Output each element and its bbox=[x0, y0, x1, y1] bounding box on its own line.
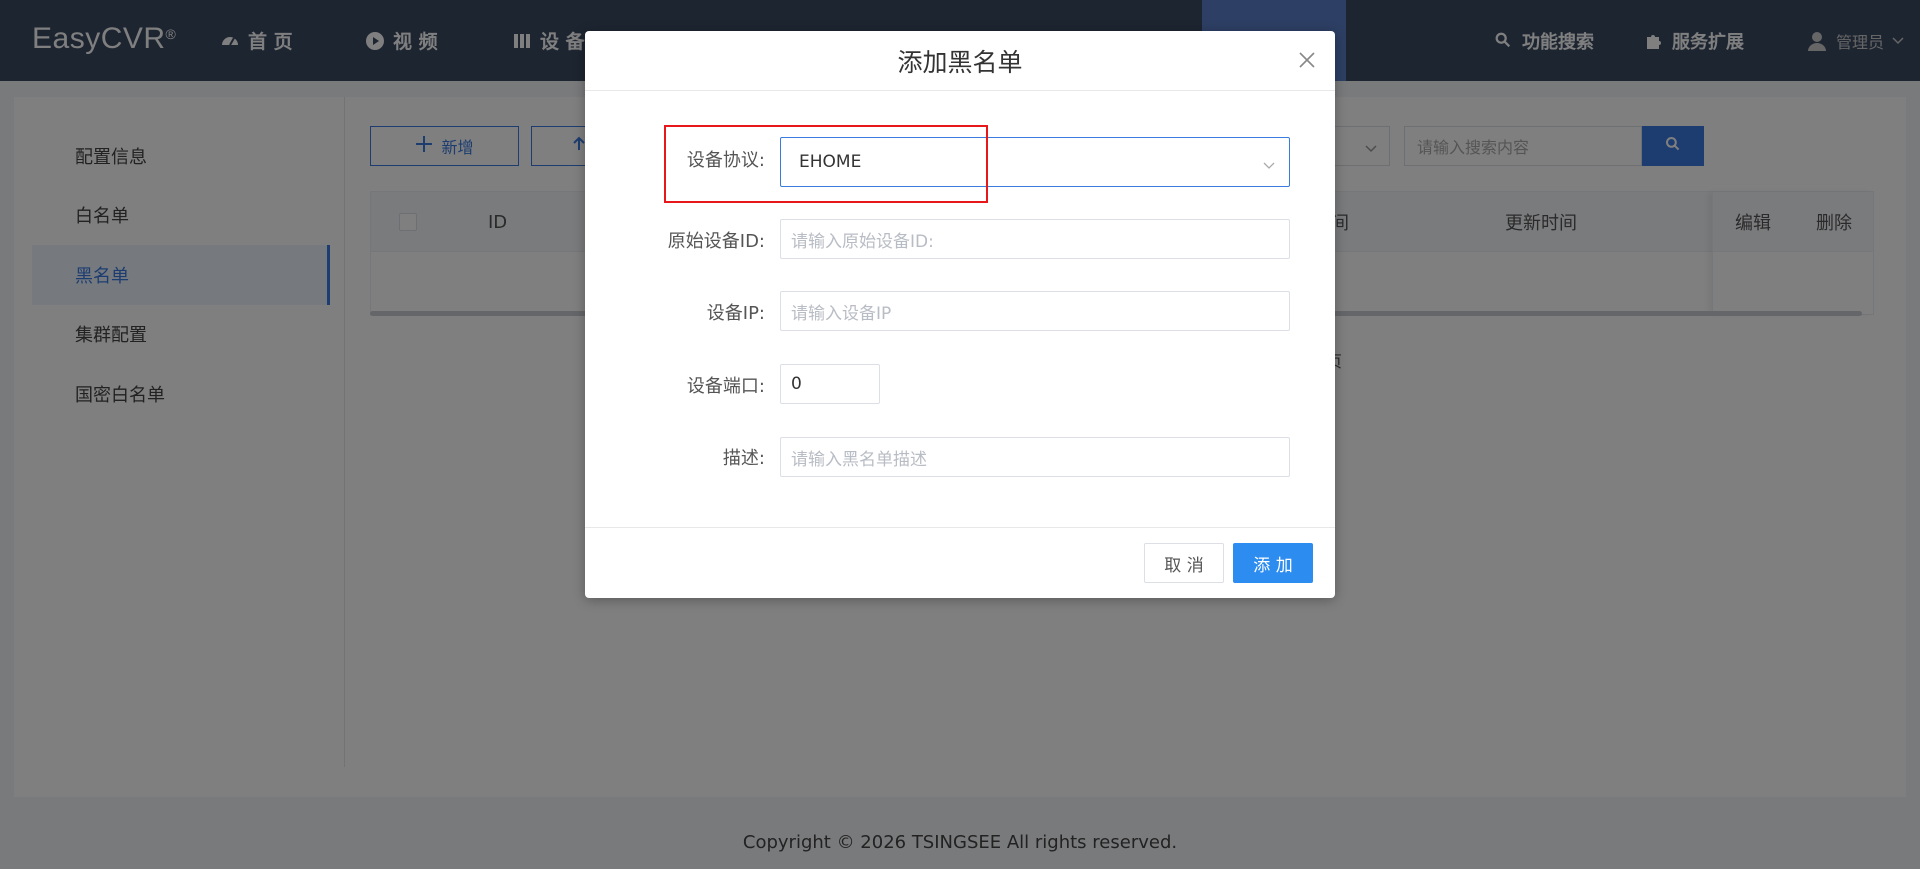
device-id-label: 原始设备ID: bbox=[667, 231, 765, 252]
dialog-title: 添加黑名单 bbox=[897, 47, 1023, 77]
device-port-input[interactable]: 0 bbox=[780, 364, 880, 404]
description-label: 描述: bbox=[722, 448, 765, 469]
device-port-label: 设备端口: bbox=[686, 376, 765, 397]
protocol-label: 设备协议: bbox=[686, 150, 765, 171]
device-id-input[interactable]: 请输入原始设备ID: bbox=[780, 219, 1290, 259]
chevron-down-icon bbox=[1263, 157, 1275, 169]
protocol-select[interactable]: EHOME bbox=[780, 137, 1290, 187]
dialog-header: 添加黑名单 bbox=[585, 31, 1335, 91]
add-blacklist-dialog: 添加黑名单 设备协议: EHOME 原始设备ID: 请输入原始设备ID: 设备I… bbox=[585, 31, 1335, 598]
cancel-button[interactable]: 取 消 bbox=[1144, 543, 1224, 583]
device-ip-label: 设备IP: bbox=[706, 303, 765, 324]
close-icon[interactable] bbox=[1297, 50, 1317, 70]
confirm-add-button[interactable]: 添 加 bbox=[1233, 543, 1313, 583]
device-ip-input[interactable]: 请输入设备IP bbox=[780, 291, 1290, 331]
description-input[interactable]: 请输入黑名单描述 bbox=[780, 437, 1290, 477]
